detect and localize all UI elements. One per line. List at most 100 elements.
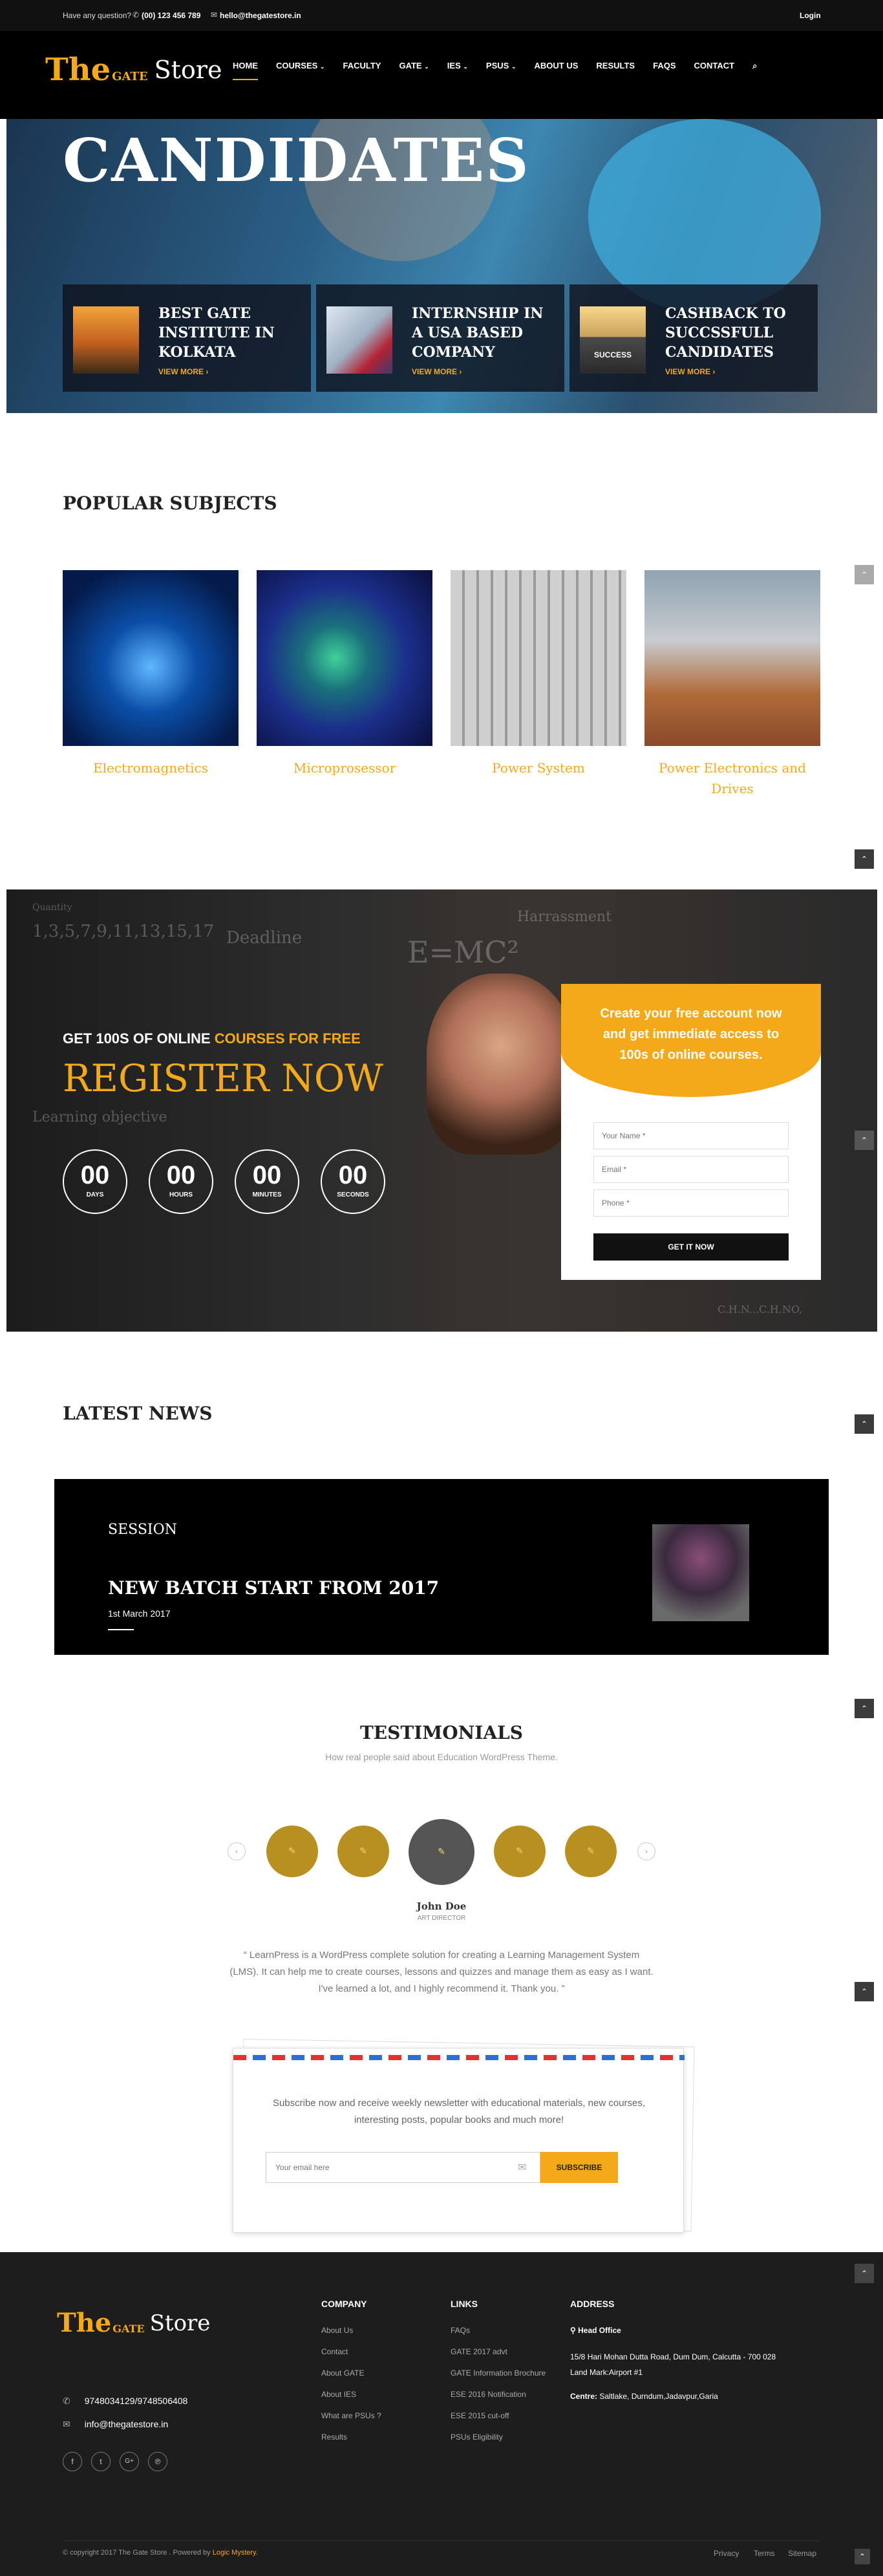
footer-link[interactable]: ESE 2015 cut-off (451, 2411, 546, 2420)
avatar[interactable]: ✎ (409, 1819, 474, 1885)
footer-email-text[interactable]: info@thegatestore.in (85, 2419, 168, 2429)
back-to-top-button[interactable]: ⌃ (855, 1131, 874, 1150)
view-more-link[interactable]: VIEW MORE › (665, 367, 715, 376)
footer-email: ✉ info@thegatestore.in (63, 2419, 168, 2430)
nav-faculty[interactable]: FACULTY (334, 58, 390, 74)
powered-by-link[interactable]: Logic Mystery. (213, 2549, 258, 2557)
feature-image (73, 306, 139, 374)
site-logo[interactable]: The GATE Store (45, 44, 222, 96)
back-to-top-button[interactable]: ⌃ (855, 2549, 870, 2564)
copyright-text: © copyright 2017 The Gate Store . Powere… (63, 2549, 213, 2557)
hero-banner: CANDIDATES BEST GATE INSTITUTE IN KOLKAT… (6, 119, 877, 413)
pinterest-icon[interactable]: ℗ (148, 2452, 167, 2471)
map-pin-icon: ⚲ (570, 2326, 579, 2335)
subject-card[interactable]: Power System (451, 570, 626, 778)
view-more-link[interactable]: VIEW MORE › (412, 367, 462, 376)
feature-title: INTERNSHIP IN A USA BASED COMPANY (412, 305, 544, 361)
footer-link[interactable]: FAQs (451, 2326, 546, 2335)
news-headline[interactable]: NEW BATCH START FROM 2017 (108, 1577, 439, 1599)
subject-name[interactable]: Electromagnetics (63, 758, 239, 778)
subject-name[interactable]: Power System (451, 758, 626, 778)
footer-link[interactable]: Contact (321, 2347, 381, 2356)
back-to-top-button[interactable]: ⌃ (855, 849, 874, 869)
avatar[interactable]: ✎ (337, 1826, 389, 1877)
newsletter-email-input[interactable] (266, 2152, 540, 2183)
nav-ies[interactable]: IES ⌄ (438, 58, 477, 74)
countdown-seconds: 00 SECONDS (321, 1149, 385, 1214)
facebook-icon[interactable]: f (63, 2452, 82, 2471)
nav-psus[interactable]: PSUS ⌄ (477, 58, 526, 74)
subject-image (644, 570, 820, 746)
back-to-top-button[interactable]: ⌃ (855, 2264, 874, 2283)
footer-link[interactable]: About Us (321, 2326, 381, 2335)
footer-column-title: COMPANY (321, 2299, 367, 2309)
footer-column-title: LINKS (451, 2299, 478, 2309)
name-field[interactable] (593, 1122, 789, 1149)
nav-about[interactable]: ABOUT US (526, 58, 588, 74)
phone-field[interactable] (593, 1189, 789, 1217)
back-to-top-button[interactable]: ⌃ (855, 1699, 874, 1718)
countdown-minutes: 00 MINUTES (235, 1149, 299, 1214)
feature-card[interactable]: BEST GATE INSTITUTE IN KOLKATA VIEW MORE… (63, 284, 311, 392)
register-sub-prefix: GET 100S OF ONLINE (63, 1030, 215, 1047)
feature-card[interactable]: INTERNSHIP IN A USA BASED COMPANY VIEW M… (316, 284, 564, 392)
logo-store: Store (154, 56, 222, 84)
sitemap-link[interactable]: Sitemap (788, 2549, 816, 2558)
back-to-top-button[interactable]: ⌃ (855, 565, 874, 584)
email-link[interactable]: hello@thegatestore.in (220, 11, 301, 20)
hero-title: CANDIDATES (63, 125, 530, 195)
latest-news-title: LATEST NEWS (63, 1403, 213, 1424)
news-card[interactable]: SESSION NEW BATCH START FROM 2017 1st Ma… (54, 1479, 829, 1655)
prev-arrow-icon[interactable]: ‹ (228, 1842, 246, 1860)
footer-link[interactable]: GATE Information Brochure (451, 2368, 546, 2378)
view-more-link[interactable]: VIEW MORE › (158, 367, 208, 376)
footer-address-column: ADDRESS ⚲ Head Office 15/8 Hari Mohan Du… (570, 2299, 803, 2401)
nav-contact[interactable]: CONTACT (685, 58, 744, 74)
subject-card[interactable]: Electromagnetics (63, 570, 239, 778)
avatar[interactable]: ✎ (565, 1826, 617, 1877)
email-field[interactable] (593, 1156, 789, 1183)
nav-faqs[interactable]: FAQS (644, 58, 685, 74)
divider (108, 1629, 134, 1630)
subject-image (63, 570, 239, 746)
footer-link[interactable]: About GATE (321, 2368, 381, 2378)
nav-gate[interactable]: GATE ⌄ (390, 58, 438, 74)
google-plus-icon[interactable]: G+ (120, 2452, 139, 2471)
footer-link[interactable]: PSUs Eligibility (451, 2432, 546, 2442)
footer-link[interactable]: GATE 2017 advt (451, 2347, 546, 2356)
footer-logo[interactable]: The GATE Store (57, 2308, 210, 2338)
news-category: SESSION (108, 1522, 177, 1538)
footer-link[interactable]: Results (321, 2432, 381, 2442)
terms-link[interactable]: Terms (754, 2549, 775, 2558)
login-link[interactable]: Login (800, 11, 821, 20)
avatar[interactable]: ✎ (266, 1826, 318, 1877)
next-arrow-icon[interactable]: › (637, 1842, 655, 1860)
footer-link[interactable]: About IES (321, 2390, 381, 2399)
envelope-icon: ✉ (518, 2162, 527, 2173)
feature-card[interactable]: SUCCESS CASHBACK TO SUCCSSFULL CANDIDATE… (569, 284, 818, 392)
back-to-top-button[interactable]: ⌃ (855, 1982, 874, 2001)
chevron-down-icon: ⌄ (463, 63, 468, 70)
chalk-text: E=MC² (407, 935, 519, 970)
twitter-icon[interactable]: t (91, 2452, 111, 2471)
subject-name[interactable]: Power Electronics and Drives (644, 758, 820, 799)
phone-link[interactable]: (00) 123 456 789 (142, 11, 200, 20)
footer-link[interactable]: What are PSUs ? (321, 2411, 381, 2420)
nav-gate-label: GATE (399, 61, 422, 70)
subject-card[interactable]: Microprosessor (257, 570, 432, 778)
nav-home[interactable]: HOME (224, 58, 267, 80)
logo-the: The (57, 2308, 112, 2338)
footer-link[interactable]: ESE 2016 Notification (451, 2390, 546, 2399)
nav-results[interactable]: RESULTS (587, 58, 644, 74)
get-it-now-button[interactable]: GET IT NOW (593, 1233, 789, 1261)
back-to-top-button[interactable]: ⌃ (855, 1414, 874, 1434)
subject-card[interactable]: Power Electronics and Drives (644, 570, 820, 799)
subject-name[interactable]: Microprosessor (257, 758, 432, 778)
centre-text: Saltlake, Durndum,Jadavpur,Garia (597, 2392, 718, 2401)
nav-courses[interactable]: COURSES ⌄ (267, 58, 334, 74)
subscribe-button[interactable]: SUBSCRIBE (540, 2152, 618, 2183)
avatar[interactable]: ✎ (494, 1826, 546, 1877)
feature-image (326, 306, 392, 374)
search-icon[interactable]: ⌕ (743, 58, 766, 74)
privacy-link[interactable]: Privacy (714, 2549, 739, 2558)
